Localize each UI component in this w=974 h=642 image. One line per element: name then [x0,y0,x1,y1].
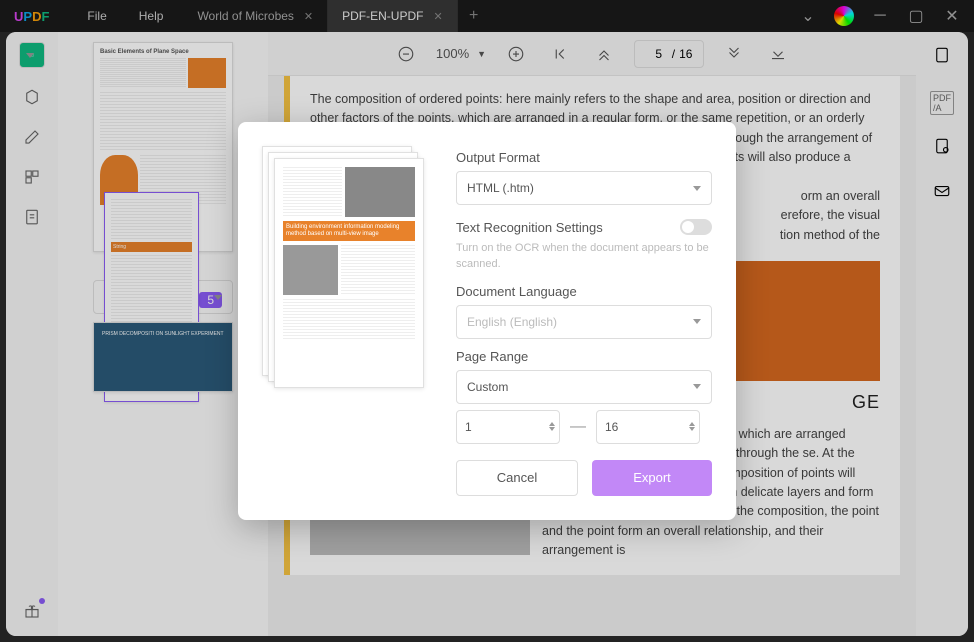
dialog-preview: Building environment information modelin… [262,146,432,496]
range-from-input[interactable]: 1 [456,410,560,444]
language-select[interactable]: English (English) [456,305,712,339]
export-button[interactable]: Export [592,460,712,496]
range-dash: — [570,418,586,436]
export-dialog: Building environment information modelin… [238,122,736,520]
dialog-form: Output Format HTML (.htm) Text Recogniti… [456,146,712,496]
cancel-button[interactable]: Cancel [456,460,578,496]
output-format-select[interactable]: HTML (.htm) [456,171,712,205]
page-range-label: Page Range [456,349,712,364]
modal-overlay: Building environment information modelin… [0,0,974,642]
ocr-hint: Turn on the OCR when the document appear… [456,241,712,272]
page-range-select[interactable]: Custom [456,370,712,404]
language-label: Document Language [456,284,712,299]
ocr-toggle[interactable] [680,219,712,235]
range-to-input[interactable]: 16 [596,410,700,444]
ocr-label: Text Recognition Settings [456,220,603,235]
output-format-label: Output Format [456,150,712,165]
